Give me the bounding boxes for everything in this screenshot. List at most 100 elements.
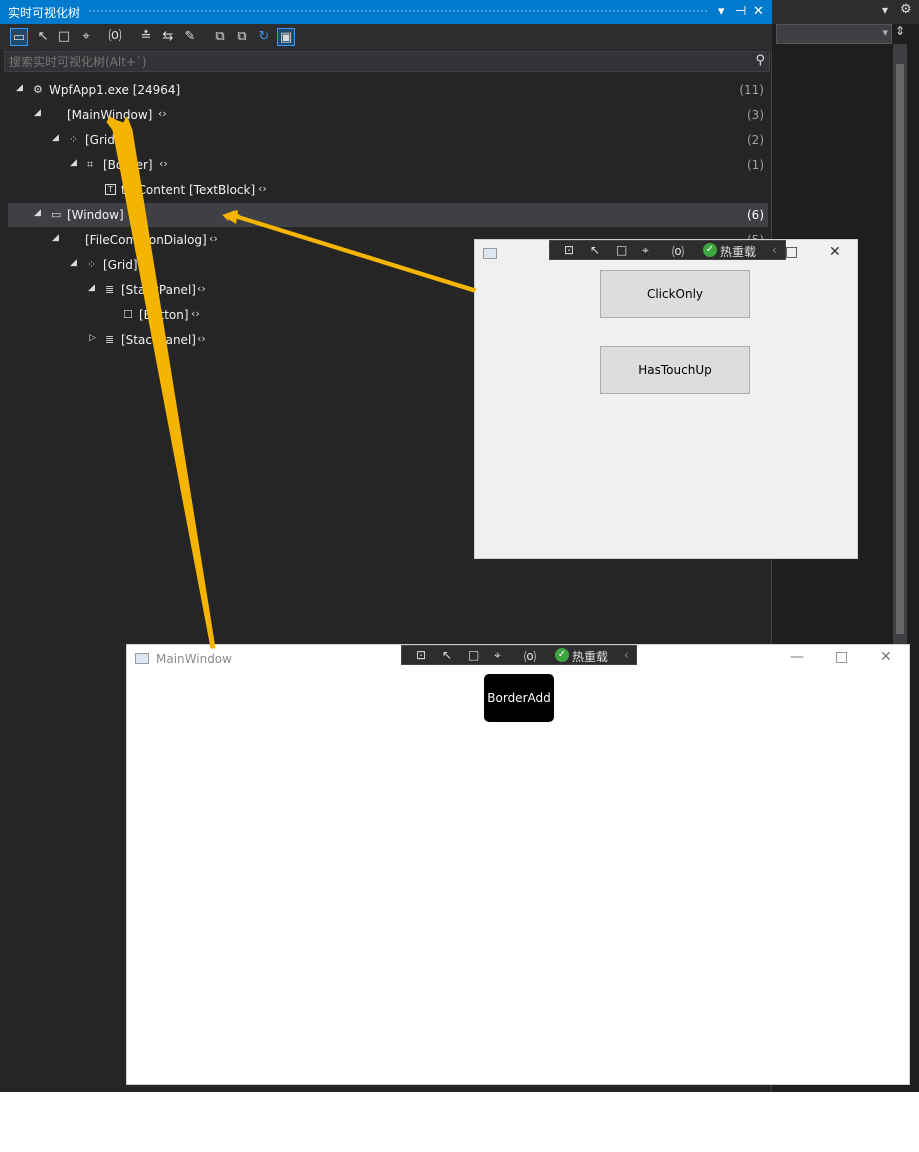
tree-row-label: [Grid] bbox=[85, 133, 120, 147]
tree-row-label: [Grid] bbox=[103, 258, 138, 272]
collapse-icon[interactable]: ⧉ bbox=[233, 28, 251, 46]
tree-row-label: [Window] bbox=[67, 208, 124, 222]
tree-row[interactable]: ◢ ⚙ WpfApp1.exe [24964] (11) bbox=[8, 78, 768, 102]
editor-toolbar: ▾ ⚙ bbox=[772, 0, 919, 24]
tree-row-label: txtContent [TextBlock] bbox=[121, 183, 256, 197]
layout-adorner-icon[interactable]: □ bbox=[616, 243, 627, 257]
border-icon: ⌗ bbox=[87, 158, 94, 171]
tree-row[interactable]: ◢ ⌗ [Border] ‹› (1) bbox=[8, 153, 768, 177]
expand-icon[interactable]: ⧉ bbox=[211, 28, 229, 46]
border-add: BorderAdd bbox=[484, 674, 554, 722]
code-icon[interactable]: ‹› bbox=[209, 232, 218, 245]
panel-title-bar[interactable]: 实时可视化树 ▾ ⊣ ✕ bbox=[0, 0, 772, 24]
expander-icon[interactable]: ◢ bbox=[16, 83, 23, 93]
dropdown-icon[interactable]: ▾ bbox=[882, 3, 888, 17]
has-touch-up-button[interactable]: HasTouchUp bbox=[600, 346, 750, 394]
click-only-button[interactable]: ClickOnly bbox=[600, 270, 750, 318]
wrench-icon[interactable]: ✎ bbox=[181, 28, 199, 46]
tree-row-count: (1) bbox=[747, 158, 764, 172]
grid-icon: ⁘ bbox=[69, 133, 79, 146]
expander-icon[interactable]: ◢ bbox=[88, 283, 95, 293]
runtime-toolbar: ⊡ ↖ □ ⌖ ⒪ ✓ 热重载 ‹ bbox=[549, 240, 786, 260]
pin-icon[interactable]: ⊣ bbox=[735, 4, 746, 19]
button-icon: ☐ bbox=[123, 308, 133, 321]
panel-dropdown-icon[interactable]: ▾ bbox=[718, 4, 725, 19]
track-focus-icon[interactable]: ⌖ bbox=[494, 648, 501, 663]
swap-icon[interactable]: ⇆ bbox=[159, 28, 177, 46]
hot-reload-label[interactable]: 热重载 bbox=[720, 243, 756, 260]
window-select-icon[interactable]: ▭ bbox=[10, 28, 28, 46]
collapsed-expander-icon[interactable]: ▷ bbox=[89, 333, 96, 343]
window-app-icon bbox=[135, 653, 149, 664]
expander-icon[interactable]: ◢ bbox=[52, 133, 59, 143]
code-icon[interactable]: ‹› bbox=[124, 132, 133, 145]
split-icon[interactable]: ⇕ bbox=[893, 24, 907, 44]
grid-icon: ⁘ bbox=[87, 258, 97, 271]
go-to-tree-icon[interactable]: ⊡ bbox=[416, 648, 426, 662]
binding-icon[interactable]: ⒪ bbox=[672, 243, 684, 260]
maximize-icon[interactable]: □ bbox=[835, 649, 848, 665]
binding-icon[interactable]: ⒪ bbox=[524, 648, 536, 665]
tree-row-label: [StackPanel] bbox=[121, 283, 196, 297]
show-properties-icon[interactable]: ▣ bbox=[277, 28, 295, 46]
search-icon[interactable]: ⚲ bbox=[755, 53, 765, 68]
code-icon[interactable]: ‹› bbox=[197, 332, 206, 345]
expander-icon[interactable]: ◢ bbox=[70, 258, 77, 268]
expander-icon[interactable]: ◢ bbox=[52, 233, 59, 243]
tree-row[interactable]: ◢ ⁘ [Grid] ‹› (2) bbox=[8, 128, 768, 152]
code-icon[interactable]: ‹› bbox=[191, 307, 200, 320]
refresh-icon[interactable]: ↻ bbox=[255, 28, 273, 46]
title-grip bbox=[88, 9, 708, 14]
editor-combo[interactable]: ▾ bbox=[776, 24, 892, 44]
select-element-icon[interactable]: ↖ bbox=[590, 243, 600, 257]
just-my-xaml-icon[interactable]: ≛ bbox=[137, 28, 155, 46]
check-icon: ✓ bbox=[703, 243, 717, 257]
minimize-icon[interactable]: — bbox=[790, 649, 804, 665]
search-box[interactable]: ⚲ bbox=[4, 51, 770, 72]
tree-row-count: (3) bbox=[747, 108, 764, 122]
tree-row-label: [Border] bbox=[103, 158, 153, 172]
hot-reload-label[interactable]: 热重载 bbox=[572, 648, 608, 665]
main-window: MainWindow ⊡ ↖ □ ⌖ ⒪ ✓ 热重载 ‹ — □ ✕ Borde… bbox=[126, 644, 910, 1085]
code-icon[interactable]: ‹› bbox=[258, 182, 267, 195]
expander-icon[interactable]: ◢ bbox=[70, 158, 77, 168]
tree-row-label: WpfApp1.exe [24964] bbox=[49, 83, 181, 97]
select-element-icon[interactable]: ↖ bbox=[34, 28, 52, 46]
tree-row-count: (2) bbox=[747, 133, 764, 147]
dialog-window: ⊡ ↖ □ ⌖ ⒪ ✓ 热重载 ‹ □ ✕ ClickOnly HasTouch… bbox=[474, 239, 858, 559]
close-icon[interactable]: ✕ bbox=[753, 4, 764, 19]
gear-icon[interactable]: ⚙ bbox=[900, 2, 912, 17]
layout-adorner-icon[interactable]: □ bbox=[468, 648, 479, 662]
panel-title: 实时可视化树 bbox=[8, 6, 81, 20]
tree-row-selected[interactable]: ◢ ▭ [Window] (6) bbox=[8, 203, 768, 227]
track-focus-icon[interactable]: ⌖ bbox=[77, 28, 95, 46]
layout-adorner-icon[interactable]: □ bbox=[55, 28, 73, 46]
binding-icon[interactable]: ⒪ bbox=[106, 28, 124, 46]
search-input[interactable] bbox=[9, 54, 729, 70]
code-icon[interactable]: ‹› bbox=[158, 107, 167, 120]
maximize-icon[interactable]: □ bbox=[785, 244, 798, 260]
check-icon: ✓ bbox=[555, 648, 569, 662]
track-focus-icon[interactable]: ⌖ bbox=[642, 243, 649, 258]
tree-row-label: [MainWindow] bbox=[67, 108, 153, 122]
code-icon[interactable]: ‹› bbox=[197, 282, 206, 295]
select-element-icon[interactable]: ↖ bbox=[442, 648, 452, 662]
window-icon: ▭ bbox=[51, 208, 62, 221]
code-icon[interactable]: ‹› bbox=[159, 157, 168, 170]
tree-row[interactable]: T txtContent [TextBlock] ‹› bbox=[8, 178, 768, 202]
expander-icon[interactable]: ◢ bbox=[34, 108, 41, 118]
close-icon[interactable]: ✕ bbox=[829, 244, 841, 260]
expander-icon[interactable]: ◢ bbox=[34, 208, 41, 218]
editor-scroll-thumb[interactable] bbox=[896, 64, 904, 634]
stackpanel-icon: ≣ bbox=[105, 333, 115, 346]
collapse-toolbar-icon[interactable]: ‹ bbox=[624, 648, 629, 662]
tree-row-label: [FileCommonDialog] bbox=[85, 233, 207, 247]
tree-row-count: (6) bbox=[747, 208, 764, 222]
collapse-toolbar-icon[interactable]: ‹ bbox=[772, 243, 777, 257]
tree-row[interactable]: ◢ [MainWindow] ‹› (3) bbox=[8, 103, 768, 127]
panel-toolbar: ▭ ↖ □ ⌖ ⒪ ≛ ⇆ ✎ ⧉ ⧉ ↻ ▣ bbox=[0, 24, 772, 50]
close-icon[interactable]: ✕ bbox=[880, 649, 892, 665]
stackpanel-icon: ≣ bbox=[105, 283, 115, 296]
code-icon[interactable]: ‹› bbox=[142, 257, 151, 270]
go-to-tree-icon[interactable]: ⊡ bbox=[564, 243, 574, 257]
